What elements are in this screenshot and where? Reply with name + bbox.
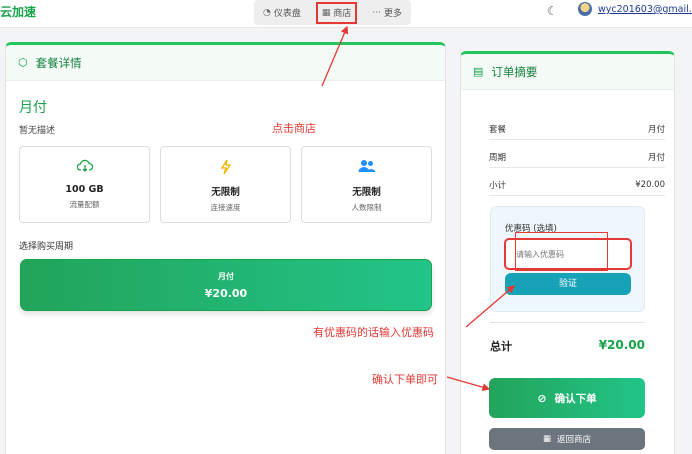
nav-more[interactable]: ··· 更多 bbox=[363, 0, 411, 25]
total-label: 总计 bbox=[490, 340, 512, 353]
nav-dashboard[interactable]: ◔ 仪表盘 bbox=[254, 0, 310, 25]
order-summary-title: 订单摘要 bbox=[491, 64, 538, 79]
users-icon bbox=[302, 159, 431, 177]
avatar[interactable] bbox=[578, 2, 592, 16]
summary-row-plan: 套餐 月付 bbox=[489, 118, 665, 140]
feature-users-value: 无限制 bbox=[352, 187, 381, 198]
back-to-shop-button[interactable]: ▦ 返回商店 bbox=[489, 428, 645, 450]
lightning-icon bbox=[161, 159, 290, 177]
theme-toggle-moon-icon[interactable]: ☾ bbox=[547, 4, 558, 18]
nav-more-label: 更多 bbox=[384, 9, 403, 19]
cube-icon: ⬡ bbox=[18, 56, 28, 69]
main-nav: ◔ 仪表盘 ▦ 商店 ··· 更多 bbox=[254, 0, 412, 25]
user-email-link[interactable]: wyc201603@gmail.co bbox=[598, 4, 692, 15]
store-icon: ▦ bbox=[542, 434, 551, 444]
total-divider bbox=[490, 322, 645, 323]
summary-row-value: 月付 bbox=[647, 152, 665, 163]
summary-row-label: 小计 bbox=[489, 180, 507, 191]
plan-details-header: ⬡ 套餐详情 bbox=[6, 45, 445, 81]
period-option-name: 月付 bbox=[218, 272, 234, 281]
nav-shop-label: 商店 bbox=[333, 9, 352, 19]
annotation-click-shop: 点击商店 bbox=[272, 122, 316, 135]
order-summary-header: ▤ 订单摘要 bbox=[461, 54, 674, 90]
store-icon: ▦ bbox=[321, 7, 331, 18]
feature-speed-label: 连接速度 bbox=[210, 203, 241, 212]
plan-details-card: ⬡ 套餐详情 月付 暂无描述 100 GB 流量配额 无限制 连接速度 无限制 … bbox=[5, 42, 446, 454]
confirm-order-label: 确认下单 bbox=[554, 392, 597, 405]
annotation-confirm-hint: 确认下单即可 bbox=[372, 373, 438, 386]
cloud-download-icon bbox=[20, 159, 149, 177]
plan-name: 月付 bbox=[19, 100, 47, 116]
more-icon: ··· bbox=[372, 7, 381, 18]
period-option-monthly[interactable]: 月付 ¥20.00 bbox=[20, 259, 432, 311]
feature-speed-value: 无限制 bbox=[211, 187, 240, 198]
top-navbar: 云加速 ◔ 仪表盘 ▦ 商店 ··· 更多 ☾ wyc201603@gmail.… bbox=[0, 0, 692, 28]
confirm-order-button[interactable]: ⊘ 确认下单 bbox=[489, 378, 645, 418]
nav-shop[interactable]: ▦ 商店 bbox=[315, 1, 358, 24]
total-value: ¥20.00 bbox=[598, 338, 645, 352]
feature-traffic-label: 流量配额 bbox=[69, 200, 100, 209]
summary-row-period: 周期 月付 bbox=[489, 146, 665, 168]
feature-traffic: 100 GB 流量配额 bbox=[19, 146, 150, 223]
feature-users-label: 人数限制 bbox=[351, 203, 382, 212]
coupon-highlight-box bbox=[515, 232, 608, 271]
period-option-price: ¥20.00 bbox=[204, 287, 248, 300]
plan-description: 暂无描述 bbox=[19, 126, 56, 136]
feature-speed: 无限制 连接速度 bbox=[160, 146, 291, 223]
nav-dashboard-label: 仪表盘 bbox=[273, 9, 301, 19]
annotation-coupon-hint: 有优惠码的话输入优惠码 bbox=[313, 326, 434, 339]
dashboard-icon: ◔ bbox=[263, 7, 271, 18]
total-row: 总计 ¥20.00 bbox=[490, 338, 645, 354]
feature-traffic-value: 100 GB bbox=[65, 184, 104, 195]
brand-logo[interactable]: 云加速 bbox=[0, 3, 36, 20]
back-to-shop-label: 返回商店 bbox=[557, 435, 592, 445]
summary-row-label: 周期 bbox=[489, 152, 507, 163]
summary-row-label: 套餐 bbox=[489, 124, 507, 135]
summary-row-subtotal: 小计 ¥20.00 bbox=[489, 174, 665, 196]
receipt-icon: ▤ bbox=[473, 65, 484, 78]
summary-row-value: 月付 bbox=[647, 124, 665, 135]
summary-row-value: ¥20.00 bbox=[635, 179, 665, 190]
feature-users: 无限制 人数限制 bbox=[301, 146, 432, 223]
plan-details-title: 套餐详情 bbox=[35, 55, 82, 70]
check-circle-icon: ⊘ bbox=[537, 391, 547, 405]
period-label: 选择购买周期 bbox=[19, 242, 74, 252]
verify-coupon-button[interactable]: 验证 bbox=[505, 273, 631, 295]
